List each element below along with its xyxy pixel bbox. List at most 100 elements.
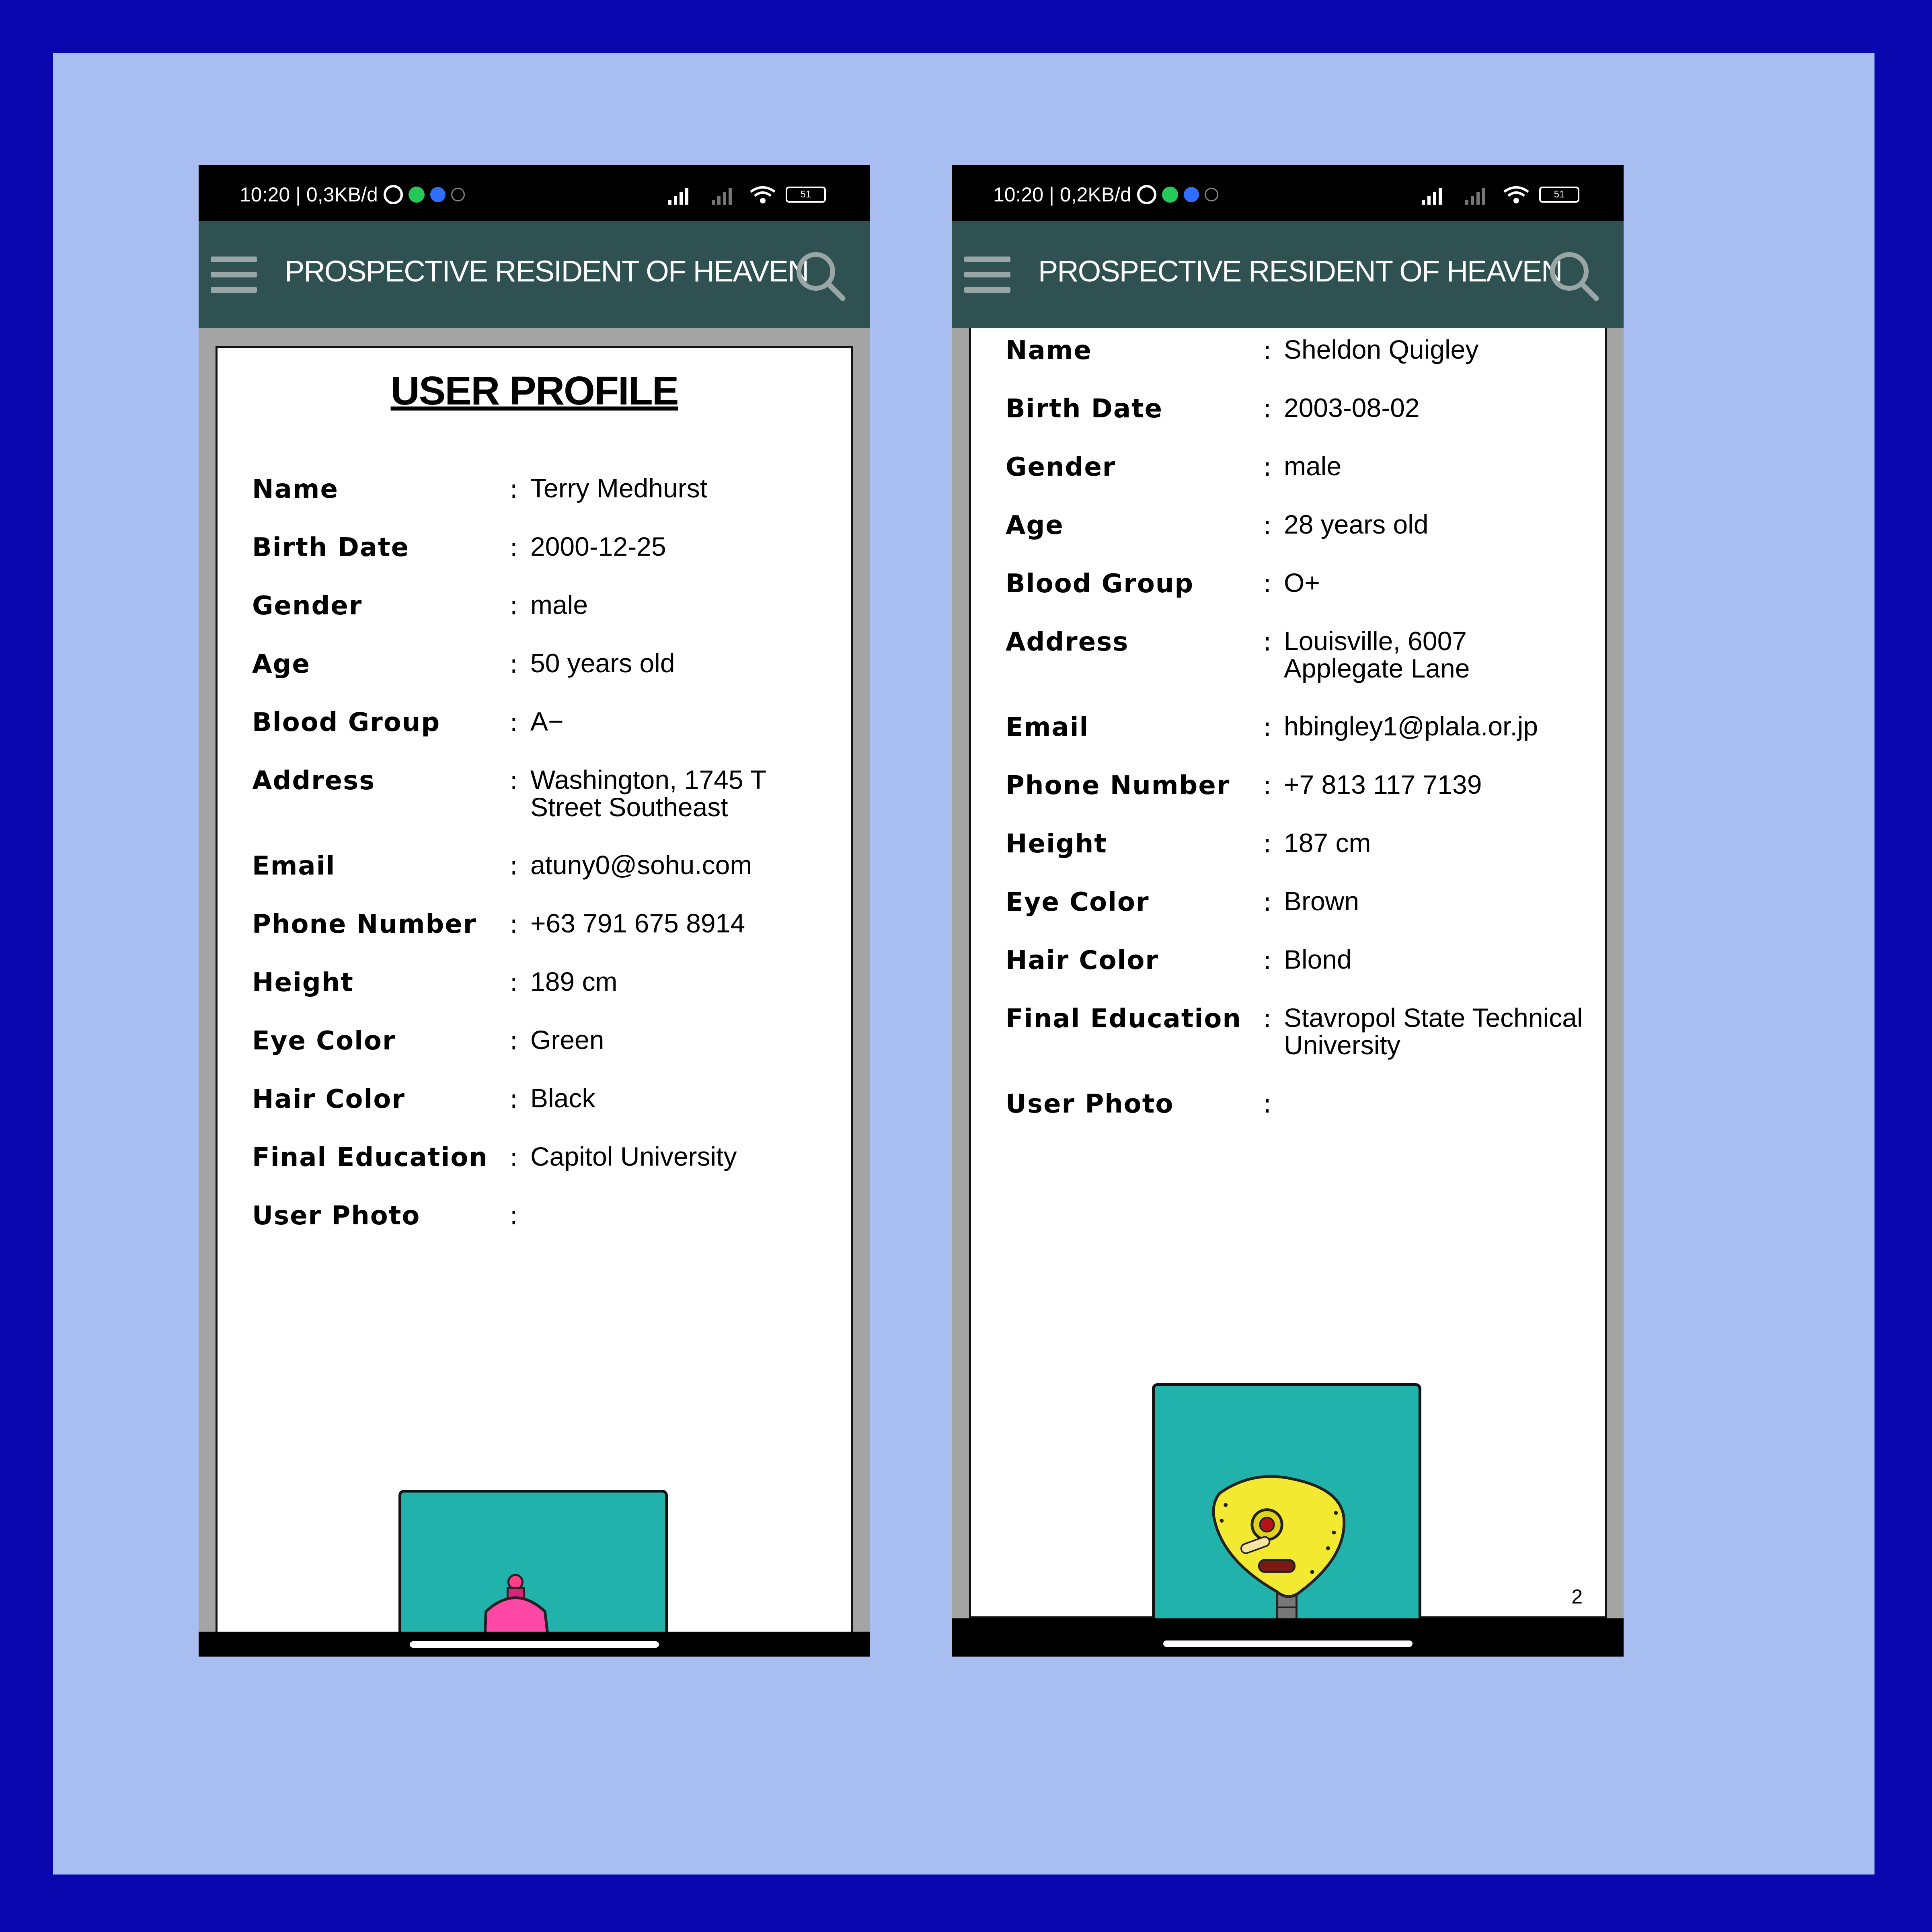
field-row-name: Name: Terry Medhurst [252,474,835,533]
messenger-icon [1183,187,1199,202]
field-label: Hair Color [1006,946,1159,975]
field-row-blood-group: Blood Group: A− [252,708,835,766]
battery-icon: 51 [786,187,826,203]
search-icon[interactable] [1547,249,1599,302]
field-value: +7 813 117 7139 [1284,770,1482,799]
profile-sheet: USER PROFILE Name: Terry Medhurst Birth D… [216,346,853,1657]
status-time: 10:20 | 0,3KB/d [240,183,378,206]
field-value: Washington, 1745 T Street Southeast [530,765,766,822]
field-value: 189 cm [530,967,618,996]
field-row-email: Email: hbingley1@plala.or.jp [1006,712,1589,771]
profile-sheet: Name: Sheldon Quigley Birth Date:2003-08-… [969,328,1607,1657]
home-gesture-handle[interactable] [410,1641,659,1648]
field-row-email: Email: atuny0@sohu.com [252,851,835,910]
field-value: Sheldon Quigley [1284,335,1479,364]
hamburger-menu-icon[interactable] [964,257,1010,293]
field-value: Louisville, 6007 Applegate Lane [1284,626,1470,683]
field-label: Gender [1006,452,1116,482]
field-label: Birth Date [252,533,410,563]
battery-icon: 51 [1539,187,1579,203]
field-value: 2000-12-25 [530,532,666,561]
status-bar: 10:20 | 0,3KB/d 51 [199,165,870,221]
field-value: 50 years old [530,648,675,678]
field-label: Height [1006,829,1107,859]
field-row-eye-color: Eye Color: Brown [1006,887,1589,946]
alarm-icon [1137,185,1156,204]
profile-fields: Name: Terry Medhurst Birth Date:2000-12-2… [252,474,835,1259]
user-photo [1152,1383,1421,1657]
profile-fields: Name: Sheldon Quigley Birth Date:2003-08-… [1006,336,1589,1148]
alarm-icon [383,185,403,204]
field-row-eye-color: Eye Color: Green [252,1026,835,1084]
field-row-final-education: Final Education: Stavropol State Technica… [1006,1004,1589,1089]
field-row-phone: Phone Number: +63 791 675 8914 [252,910,835,968]
field-label: Age [1006,511,1064,540]
field-value: male [1284,451,1342,481]
field-value: atuny0@sohu.com [530,850,752,880]
whatsapp-icon [408,187,425,203]
field-value: Black [530,1083,595,1113]
field-value: male [530,590,588,620]
field-label: Age [252,649,310,679]
whatsapp-icon [1162,187,1178,203]
field-label: Name [1006,336,1092,365]
hamburger-menu-icon[interactable] [211,257,257,293]
field-row-blood-group: Blood Group: O+ [1006,569,1589,627]
field-label: Phone Number [252,910,477,939]
field-row-height: Height:189 cm [252,968,835,1026]
field-label: Gender [252,591,363,621]
field-value: Brown [1284,886,1359,916]
status-time: 10:20 | 0,2KB/d [993,183,1131,206]
notification-icon [451,188,465,201]
field-label: Height [252,968,354,998]
app-title: PROSPECTIVE RESIDENT OF HEAVEN [285,255,809,288]
field-row-address: Address: Louisville, 6007 Applegate Lane [1006,627,1589,712]
signal-icon [1422,185,1456,205]
field-row-age: Age:28 years old [1006,511,1589,569]
search-icon[interactable] [794,249,846,302]
app-bar: PROSPECTIVE RESIDENT OF HEAVEN [199,221,870,328]
field-label: Phone Number [1006,771,1230,801]
field-label: Address [252,766,376,796]
home-gesture-handle[interactable] [1163,1640,1413,1647]
field-value: Blond [1284,944,1352,974]
field-row-hair-color: Hair Color: Black [252,1084,835,1143]
field-row-phone: Phone Number: +7 813 117 7139 [1006,771,1589,829]
field-label: Final Education [252,1143,488,1172]
field-label: Address [1006,627,1129,657]
field-value: 28 years old [1284,509,1429,539]
field-label: Name [252,474,339,504]
field-row-hair-color: Hair Color: Blond [1006,946,1589,1004]
field-row-final-education: Final Education: Capitol University [252,1143,835,1201]
field-value: A− [530,706,564,736]
field-value: Green [530,1025,604,1055]
field-row-user-photo: User Photo: [1006,1089,1272,1119]
no-signal-icon [712,185,740,205]
field-value: Capitol University [530,1142,737,1171]
field-value: 187 cm [1284,828,1371,858]
field-value: O+ [1284,568,1320,597]
field-row-height: Height:187 cm [1006,829,1589,887]
app-title: PROSPECTIVE RESIDENT OF HEAVEN [1038,255,1562,288]
page-number: 2 [1571,1585,1583,1608]
field-row-user-photo: User Photo: [252,1201,518,1231]
field-label: Eye Color [1006,887,1150,917]
field-value: hbingley1@plala.or.jp [1284,711,1538,741]
navigation-bar [952,1618,1624,1657]
app-bar: PROSPECTIVE RESIDENT OF HEAVEN [952,221,1624,328]
field-label: Blood Group [1006,569,1194,599]
field-label: Hair Color [252,1084,405,1114]
field-label: Email [252,851,336,881]
phone-screen-right: 10:20 | 0,2KB/d 51 PROSPECTIVE RESIDENT … [952,165,1624,1657]
field-label: User Photo [1006,1089,1174,1119]
field-row-gender: Gender: male [1006,452,1589,511]
field-row-address: Address: Washington, 1745 T Street Southe… [252,766,835,851]
field-label: Birth Date [1006,394,1163,424]
field-label: Email [1006,712,1089,742]
field-row-name: Name: Sheldon Quigley [1006,336,1589,394]
wifi-icon [1503,186,1529,203]
signal-icon [668,185,703,205]
field-row-birth-date: Birth Date:2003-08-02 [1006,394,1589,452]
no-signal-icon [1465,185,1493,205]
field-label: User Photo [252,1201,421,1231]
